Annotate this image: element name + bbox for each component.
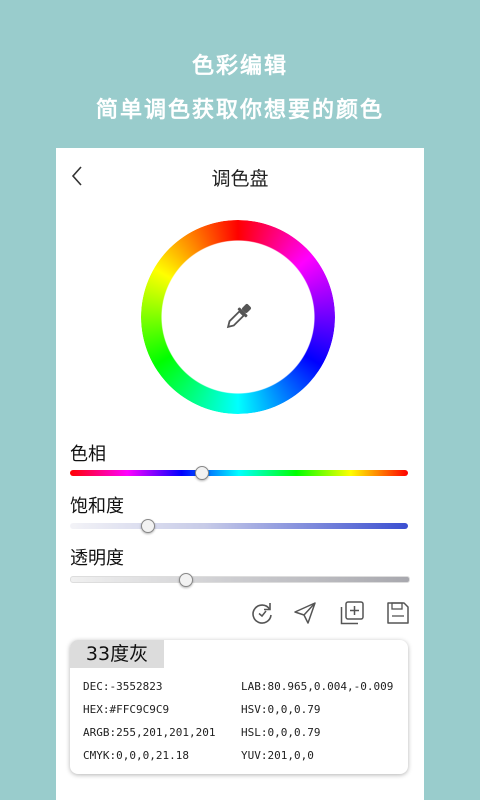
alpha-slider-thumb[interactable] [178,573,193,587]
page-title: 调色盘 [211,168,269,190]
toolbar [56,600,424,632]
eyedropper-icon[interactable] [220,299,256,335]
phone-screen: 调色盘 色相 饱和度 透明度 33度灰 DEC:-3552823 HEX:#FF… [56,148,424,800]
hsl-value: HSL:0,0,0.79 [241,726,321,739]
top-bar: 调色盘 [56,148,424,204]
saturation-label: 饱和度 [70,496,124,517]
saturation-slider-thumb[interactable] [140,519,155,533]
promo-title: 色彩编辑 [191,54,288,79]
cmyk-value: CMYK:0,0,0,21.18 [83,749,189,762]
alpha-label: 透明度 [70,548,124,569]
color-wheel[interactable] [141,220,335,414]
color-info-card: 33度灰 DEC:-3552823 HEX:#FFC9C9C9 ARGB:255… [70,640,408,774]
lab-value: LAB:80.965,0.004,-0.009 [241,680,394,693]
refresh-icon[interactable] [249,600,275,626]
hue-label: 色相 [70,444,106,465]
yuv-value: YUV:201,0,0 [241,749,314,762]
argb-value: ARGB:255,201,201,201 [83,726,216,739]
promo-subtitle: 简单调色获取你想要的颜色 [95,98,384,123]
hue-slider[interactable] [70,466,408,480]
save-icon[interactable] [385,600,411,626]
dec-value: DEC:-3552823 [83,680,163,693]
hue-slider-thumb[interactable] [194,466,209,480]
hex-value: HEX:#FFC9C9C9 [83,703,170,716]
hsv-value: HSV:0,0,0.79 [241,703,321,716]
saturation-slider[interactable] [70,519,408,533]
alpha-slider[interactable] [70,573,410,587]
send-icon[interactable] [292,600,318,626]
add-copy-icon[interactable] [339,600,365,626]
color-name: 33度灰 [70,640,164,668]
